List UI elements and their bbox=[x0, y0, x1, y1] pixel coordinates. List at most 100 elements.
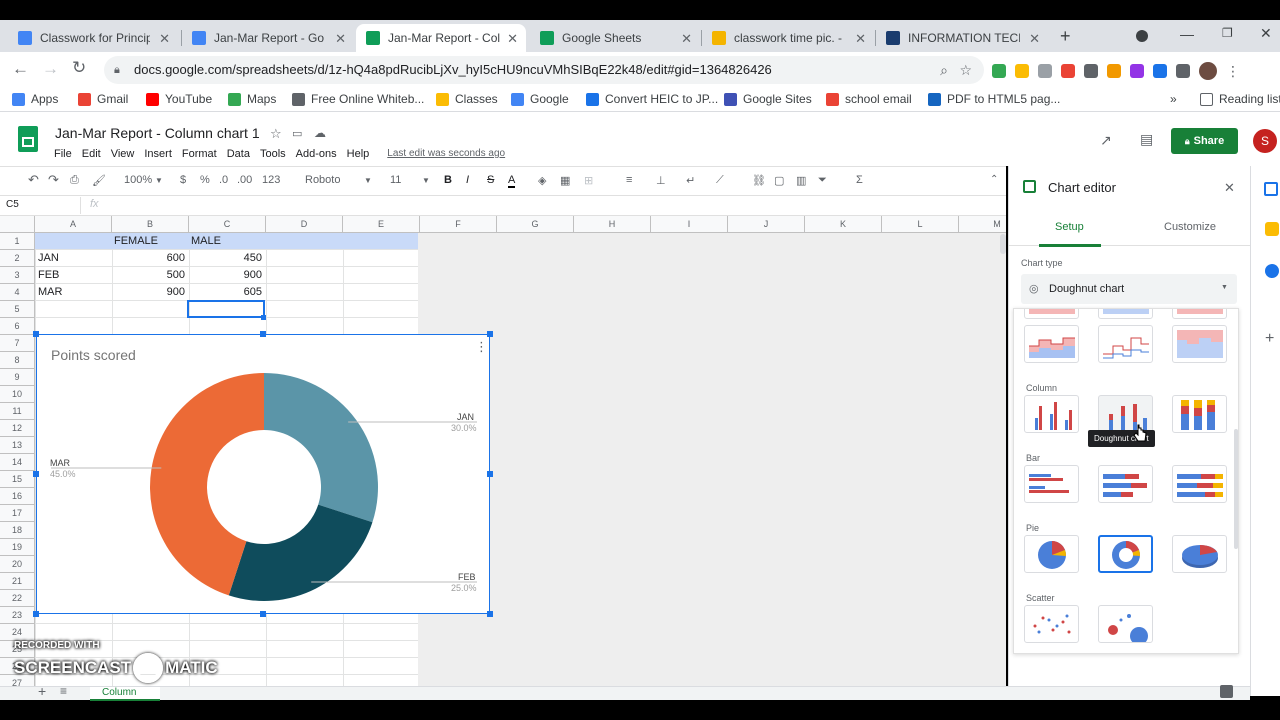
fill-color-icon[interactable]: ◈ bbox=[538, 174, 546, 187]
add-addon-icon[interactable]: + bbox=[1265, 330, 1274, 348]
bookmark-google[interactable]: Google bbox=[511, 92, 569, 106]
row-header-8[interactable]: 8 bbox=[0, 352, 35, 369]
row-header-24[interactable]: 24 bbox=[0, 624, 35, 641]
row-header-18[interactable]: 18 bbox=[0, 522, 35, 539]
column-header-c[interactable]: C bbox=[189, 216, 266, 233]
row-header-15[interactable]: 15 bbox=[0, 471, 35, 488]
currency-button[interactable]: $ bbox=[180, 174, 186, 186]
chart-thumb-scatter[interactable] bbox=[1024, 605, 1079, 643]
extension-icon[interactable] bbox=[1107, 64, 1121, 78]
explore-icon[interactable] bbox=[1220, 685, 1233, 698]
star-icon[interactable]: ☆ bbox=[270, 126, 282, 142]
tasks-icon[interactable] bbox=[1265, 264, 1279, 278]
chart-insert-icon[interactable]: ▥ bbox=[796, 174, 806, 187]
tab-customize[interactable]: Customize bbox=[1164, 221, 1216, 233]
zoom-select[interactable]: 100% bbox=[124, 174, 152, 186]
cell-b4[interactable]: 900 bbox=[111, 284, 188, 301]
cell-a3[interactable]: FEB bbox=[35, 267, 62, 284]
reload-icon[interactable]: ↻ bbox=[72, 58, 86, 78]
font-size-select[interactable]: 11 bbox=[390, 174, 401, 186]
number-format-select[interactable]: 123 bbox=[262, 174, 280, 186]
close-icon[interactable]: ✕ bbox=[1224, 180, 1235, 196]
extension-icon[interactable] bbox=[992, 64, 1006, 78]
cell-b1[interactable]: FEMALE bbox=[111, 233, 161, 250]
row-header-3[interactable]: 3 bbox=[0, 267, 35, 284]
column-header-a[interactable]: A bbox=[35, 216, 112, 233]
row-header-12[interactable]: 12 bbox=[0, 420, 35, 437]
bookmark-maps[interactable]: Maps bbox=[228, 92, 276, 106]
comment-add-icon[interactable]: ▢ bbox=[774, 174, 784, 187]
filter-icon[interactable]: ⏷ bbox=[818, 174, 827, 187]
chart-thumb-bar-stacked[interactable] bbox=[1098, 465, 1153, 503]
menu-insert[interactable]: Insert bbox=[144, 148, 172, 160]
tab-setup[interactable]: Setup bbox=[1055, 221, 1084, 233]
increase-decimal-button[interactable]: .00 bbox=[237, 174, 252, 186]
cell-c2[interactable]: 450 bbox=[188, 250, 265, 267]
trending-icon[interactable]: ↗ bbox=[1100, 132, 1112, 149]
row-header-1[interactable]: 1 bbox=[0, 233, 35, 250]
slice-jan[interactable] bbox=[264, 373, 378, 523]
column-header-f[interactable]: F bbox=[420, 216, 497, 233]
row-header-10[interactable]: 10 bbox=[0, 386, 35, 403]
menu-addons[interactable]: Add-ons bbox=[296, 148, 337, 160]
decrease-decimal-button[interactable]: .0 bbox=[219, 174, 228, 186]
embedded-chart[interactable]: Points scored ⋮ JAN 30.0% FEB 25.0% MAR … bbox=[33, 331, 493, 617]
collapse-toolbar-icon[interactable]: ⌃ bbox=[990, 174, 998, 185]
chart-thumb-column[interactable] bbox=[1024, 395, 1079, 433]
slice-feb[interactable] bbox=[228, 504, 373, 601]
strikethrough-icon[interactable]: S bbox=[487, 174, 494, 186]
chart-type-dropdown[interactable]: ◎ Doughnut chart ▼ bbox=[1021, 274, 1237, 304]
paint-format-icon[interactable]: 🖌︎ bbox=[92, 174, 106, 187]
browser-tab[interactable]: Classwork for Principle ✕ bbox=[8, 24, 178, 52]
profile-menu-icon[interactable] bbox=[1136, 30, 1148, 42]
chart-thumb-stepped-area[interactable] bbox=[1024, 325, 1079, 363]
column-header-e[interactable]: E bbox=[343, 216, 420, 233]
extension-icon[interactable] bbox=[1084, 64, 1098, 78]
row-header-6[interactable]: 6 bbox=[0, 318, 35, 335]
spreadsheet-grid[interactable]: ABCDEFGHIJKLM 1 2 3 4 5 6 7 8 9 10 11 12 13 14 15 16 17 1… bbox=[0, 216, 1006, 686]
chart-thumb-column-100[interactable] bbox=[1172, 395, 1227, 433]
bookmark-school-email[interactable]: school email bbox=[826, 92, 912, 106]
link-icon[interactable]: ⛓︎ bbox=[752, 174, 766, 187]
last-edit-link[interactable]: Last edit was seconds ago bbox=[387, 148, 505, 160]
bookmark-sites[interactable]: Google Sites bbox=[724, 92, 812, 106]
puzzle-icon[interactable] bbox=[1176, 64, 1190, 78]
browser-tab[interactable]: Google Sheets ✕ bbox=[530, 24, 700, 52]
wrap-icon[interactable]: ↵ bbox=[686, 174, 695, 187]
cell-c1[interactable]: MALE bbox=[188, 233, 224, 250]
minimize-icon[interactable]: — bbox=[1180, 26, 1194, 42]
bookmarks-overflow-icon[interactable]: » bbox=[1170, 92, 1177, 106]
row-header-4[interactable]: 4 bbox=[0, 284, 35, 301]
restore-icon[interactable]: ❐ bbox=[1222, 26, 1233, 40]
row-header-17[interactable]: 17 bbox=[0, 505, 35, 522]
forward-icon[interactable]: → bbox=[42, 59, 59, 79]
active-cell-c5[interactable] bbox=[187, 300, 265, 318]
select-all-corner[interactable] bbox=[0, 216, 35, 233]
chart-thumb-bar[interactable] bbox=[1024, 465, 1079, 503]
row-header-13[interactable]: 13 bbox=[0, 437, 35, 454]
row-header-21[interactable]: 21 bbox=[0, 573, 35, 590]
chart-thumb-3d-pie[interactable] bbox=[1172, 535, 1227, 573]
valign-icon[interactable]: ⊥ bbox=[656, 174, 666, 187]
cell-b3[interactable]: 500 bbox=[111, 267, 188, 284]
resize-handle[interactable] bbox=[33, 331, 39, 337]
redo-icon[interactable]: ↷ bbox=[48, 172, 59, 188]
row-header-22[interactable]: 22 bbox=[0, 590, 35, 607]
rotate-icon[interactable]: ⟋ bbox=[716, 174, 724, 187]
account-avatar[interactable]: S bbox=[1253, 129, 1277, 153]
chart-thumb-area[interactable] bbox=[1024, 309, 1079, 319]
sheet-tab-column[interactable]: Column bbox=[90, 687, 160, 701]
bold-icon[interactable]: B bbox=[444, 174, 452, 186]
chart-thumb-bubble[interactable] bbox=[1098, 605, 1153, 643]
row-header-20[interactable]: 20 bbox=[0, 556, 35, 573]
cell-a2[interactable]: JAN bbox=[35, 250, 62, 267]
menu-help[interactable]: Help bbox=[347, 148, 370, 160]
keep-icon[interactable] bbox=[1265, 222, 1279, 236]
comment-icon[interactable]: ▤ bbox=[1140, 131, 1153, 148]
resize-handle[interactable] bbox=[260, 611, 266, 617]
undo-icon[interactable]: ↶ bbox=[28, 172, 39, 188]
calendar-icon[interactable] bbox=[1264, 182, 1278, 196]
extension-icon[interactable] bbox=[1038, 64, 1052, 78]
font-select[interactable]: Roboto bbox=[305, 174, 340, 186]
browser-tab-active[interactable]: Jan-Mar Report - Colu ✕ bbox=[356, 24, 526, 52]
